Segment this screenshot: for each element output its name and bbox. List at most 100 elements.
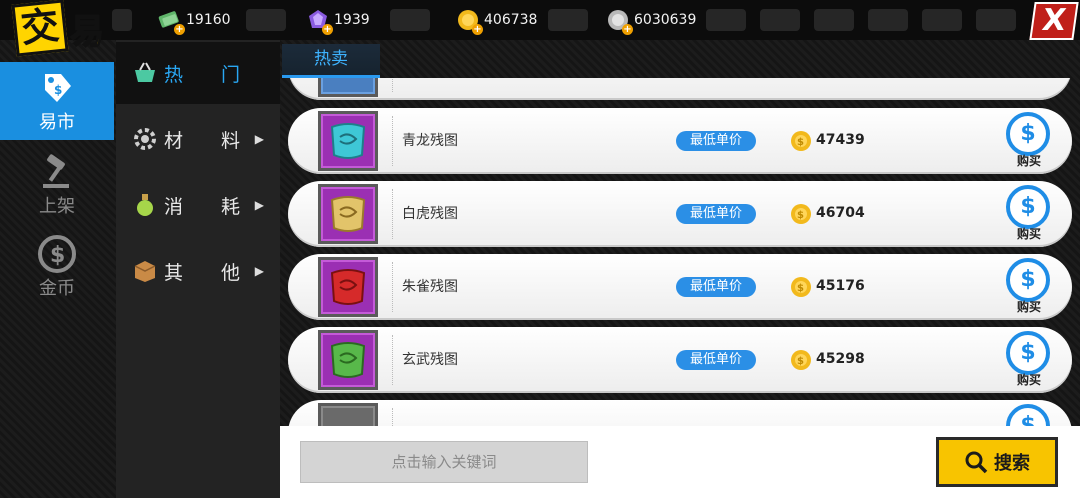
dollar-icon: $	[1006, 404, 1050, 426]
buy-button[interactable]: $ 购买	[1006, 112, 1052, 170]
gem-value: 1939	[334, 12, 370, 28]
item-thumbnail	[321, 333, 375, 387]
item-price: 46704	[816, 205, 865, 221]
close-icon: X	[1040, 3, 1069, 38]
basket-icon	[132, 60, 158, 86]
add-icon[interactable]: +	[622, 24, 633, 35]
category-materials[interactable]: 材料 ▶	[116, 108, 280, 170]
item-thumbnail	[321, 406, 375, 426]
buy-label: 购买	[1016, 154, 1041, 168]
close-button[interactable]: X	[1029, 2, 1079, 40]
svg-text:$: $	[797, 210, 804, 221]
list-item[interactable]: 白虎残图 最低单价 $ 46704 $ 购买	[288, 181, 1072, 247]
box-icon	[132, 258, 158, 284]
tab-bar: 热卖	[280, 40, 1080, 80]
add-icon[interactable]: +	[322, 24, 333, 35]
add-icon[interactable]: +	[472, 24, 483, 35]
item-name: 白虎残图	[402, 206, 458, 222]
green-cash-icon: +	[158, 8, 185, 35]
divider	[392, 262, 393, 312]
list-item[interactable]: 青龙残图 最低单价 $ 47439 $ 购买	[288, 108, 1072, 174]
rail-item-gold[interactable]: $ 金币	[0, 228, 114, 306]
category-hot[interactable]: 热门	[116, 42, 280, 104]
gold-coin-icon: $	[790, 203, 812, 225]
buy-button[interactable]: $ 购买	[1006, 185, 1052, 243]
resource-slot-bg	[976, 9, 1016, 31]
buy-button[interactable]: $ 购买	[1006, 331, 1052, 389]
gold-coin-icon: $	[790, 276, 812, 298]
buy-button[interactable]: $ 购买	[1006, 258, 1052, 316]
chevron-right-icon: ▶	[254, 198, 264, 212]
divider	[392, 335, 393, 385]
svg-text:$: $	[797, 356, 804, 367]
item-list[interactable]: 青龙残图 最低单价 $ 47439 $ 购买 白虎残图 最低单价 $ 46704 …	[280, 78, 1080, 426]
dollar-icon: $	[1006, 112, 1050, 156]
search-button[interactable]: 搜索	[936, 437, 1058, 487]
item-thumbnail	[321, 114, 375, 168]
resource-gold[interactable]: + 406738	[456, 7, 538, 35]
item-name: 朱雀残图	[402, 279, 458, 295]
lowest-price-badge: 最低单价	[676, 277, 756, 297]
resource-slot-bg	[922, 9, 962, 31]
item-thumbnail	[321, 260, 375, 314]
item-thumbnail	[321, 187, 375, 241]
list-item[interactable]	[288, 78, 1072, 100]
resource-slot-bg	[246, 9, 286, 31]
lowest-price-badge: 最低单价	[676, 350, 756, 370]
resource-gem[interactable]: + 1939	[306, 7, 370, 35]
lowest-price-badge: 最低单价	[676, 131, 756, 151]
rail-item-market[interactable]: $ 易市	[0, 62, 114, 140]
item-name: 青龙残图	[402, 133, 458, 149]
list-item[interactable]: 玄武残图 最低单价 $ 45298 $ 购买	[288, 327, 1072, 393]
tab-hot-sale[interactable]: 热卖	[282, 44, 380, 78]
category-other[interactable]: 其他 ▶	[116, 240, 280, 302]
category-consumables[interactable]: 消耗 ▶	[116, 174, 280, 236]
item-frame	[318, 403, 378, 426]
item-price: 47439	[816, 132, 865, 148]
potion-icon	[132, 192, 158, 218]
dollar-icon: $	[1006, 258, 1050, 302]
purple-gem-icon: +	[306, 8, 333, 35]
top-resource-bar: + 19160 + 1939 + 406738 + 6030639	[0, 0, 1080, 40]
gavel-icon	[37, 152, 77, 192]
item-frame	[318, 78, 378, 97]
item-name: 玄武残图	[402, 352, 458, 368]
svg-text:$: $	[50, 243, 65, 268]
gold-value: 406738	[484, 12, 538, 28]
list-item[interactable]: $	[288, 400, 1072, 426]
resource-slot-bg	[814, 9, 854, 31]
list-item[interactable]: 朱雀残图 最低单价 $ 45176 $ 购买	[288, 254, 1072, 320]
gold-coin-icon: $	[790, 130, 812, 152]
resource-silver[interactable]: + 6030639	[606, 7, 696, 35]
left-rail: $ 易市 上架 $ 金币	[0, 62, 116, 498]
cash-value: 19160	[186, 12, 231, 28]
dollar-coin-icon: $	[37, 234, 77, 274]
category-column: 热门 材料 ▶ 消耗 ▶ 其他 ▶	[116, 40, 280, 498]
lowest-price-badge: 最低单价	[676, 204, 756, 224]
logo-char-2: 易	[69, 11, 105, 53]
item-frame	[318, 330, 378, 390]
gold-coin-icon: $	[790, 349, 812, 371]
dollar-icon: $	[1006, 185, 1050, 229]
item-thumbnail	[321, 78, 375, 94]
resource-slot-bg	[706, 9, 746, 31]
svg-text:$: $	[797, 283, 804, 294]
rail-item-listing[interactable]: 上架	[0, 146, 114, 224]
svg-text:$: $	[797, 137, 804, 148]
search-button-label: 搜索	[994, 453, 1030, 474]
chevron-right-icon: ▶	[254, 132, 264, 146]
search-input[interactable]: 点击输入关键词	[300, 441, 588, 483]
resource-cash[interactable]: + 19160	[158, 7, 231, 35]
dollar-icon: $	[1006, 331, 1050, 375]
chevron-right-icon: ▶	[254, 264, 264, 278]
divider	[392, 116, 393, 166]
buy-button[interactable]: $	[1006, 404, 1052, 426]
trade-screen: + 19160 + 1939 + 406738 + 6030639 交 易 X …	[0, 0, 1080, 498]
buy-label: 购买	[1016, 373, 1041, 387]
item-price: 45298	[816, 351, 865, 367]
category-label: 热门	[164, 63, 279, 86]
item-frame	[318, 257, 378, 317]
trade-logo: 交 易	[8, 0, 118, 62]
silver-coin-icon: +	[606, 8, 633, 35]
add-icon[interactable]: +	[174, 24, 185, 35]
